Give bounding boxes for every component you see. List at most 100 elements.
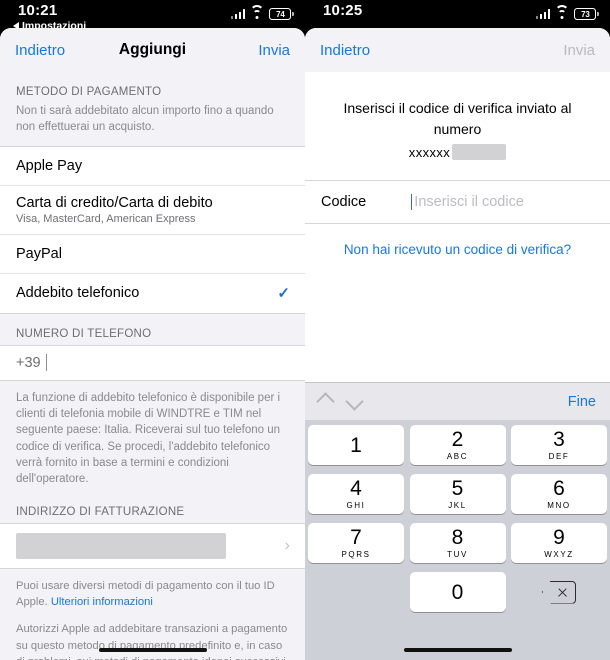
home-indicator[interactable] xyxy=(403,647,512,652)
list-item[interactable]: Apple Pay xyxy=(0,146,305,186)
phone-number-group: +39 xyxy=(0,344,305,381)
key-digit: 3 xyxy=(553,428,565,451)
cellular-signal-icon xyxy=(230,9,246,19)
key-letters: PQRS xyxy=(341,550,371,559)
key-6[interactable]: 6 MNO xyxy=(511,474,607,514)
key-7[interactable]: 7 PQRS xyxy=(308,523,404,563)
key-9[interactable]: 9 WXYZ xyxy=(511,523,607,563)
submit-button[interactable]: Invia xyxy=(258,42,290,59)
battery-icon: 74 xyxy=(269,8,294,20)
keypad-row: 1 2 ABC 3 DEF xyxy=(308,425,607,465)
keypad-row: 7 PQRS 8 TUV 9 WXYZ xyxy=(308,523,607,563)
battery-level-label: 74 xyxy=(269,8,292,20)
back-button[interactable]: Indietro xyxy=(320,42,370,59)
status-indicators-right: 73 xyxy=(535,5,599,20)
cellular-signal-icon xyxy=(535,9,551,19)
payment-section-note: Non ti sarà addebitato alcun importo fin… xyxy=(16,105,274,134)
resend-code-link[interactable]: Non hai ricevuto un codice di verifica? xyxy=(305,242,610,257)
key-4[interactable]: 4 GHI xyxy=(308,474,404,514)
key-letters: WXYZ xyxy=(544,550,574,559)
wifi-icon xyxy=(250,5,265,19)
key-delete[interactable] xyxy=(511,572,607,612)
key-3[interactable]: 3 DEF xyxy=(511,425,607,465)
keypad-keys: 1 2 ABC 3 DEF 4 GHI 5 JKL 6 MNO 7 PQRS 8… xyxy=(305,420,610,612)
phone-number-redacted xyxy=(452,144,507,160)
list-item[interactable]: Addebito telefonico ✓ xyxy=(0,273,305,313)
phone-section-header: NUMERO DI TELEFONO xyxy=(16,327,152,340)
payment-option-title: Apple Pay xyxy=(16,157,83,174)
billing-address-group: › xyxy=(0,522,305,569)
footnote-authorization: Autorizzi Apple ad addebitare transazion… xyxy=(0,610,305,660)
footnote-payment-methods: Puoi usare diversi metodi di pagamento c… xyxy=(0,569,305,611)
key-2[interactable]: 2 ABC xyxy=(409,425,506,465)
verification-prompt: Inserisci il codice di verifica inviato … xyxy=(343,100,572,137)
masked-phone-number: xxxxxx xyxy=(305,144,610,160)
keypad-row: 0 xyxy=(308,572,607,612)
keyboard-nav-arrows xyxy=(316,392,364,411)
key-digit: 8 xyxy=(451,526,464,549)
key-digit: 2 xyxy=(451,428,464,451)
code-input-row[interactable]: Codice Inserisci il codice xyxy=(305,181,610,223)
chevron-right-icon: › xyxy=(284,536,290,554)
status-time: 10:25 xyxy=(323,2,363,19)
checkmark-icon: ✓ xyxy=(277,285,290,303)
chevron-down-icon xyxy=(345,392,364,411)
key-8[interactable]: 8 TUV xyxy=(409,523,506,563)
key-digit: 9 xyxy=(553,526,565,549)
code-input-placeholder: Inserisci il codice xyxy=(414,194,524,210)
key-digit: 5 xyxy=(451,477,464,500)
key-0[interactable]: 0 xyxy=(409,572,506,612)
backspace-icon xyxy=(542,580,576,604)
key-letters: GHI xyxy=(346,501,366,510)
key-5[interactable]: 5 JKL xyxy=(409,474,506,514)
key-letters: MNO xyxy=(547,501,571,510)
key-blank xyxy=(308,572,404,612)
left-phone-screen: 10:21 Impostazioni 74 Indietro Aggiungi … xyxy=(0,0,305,660)
key-letters: DEF xyxy=(548,452,570,461)
masked-digits: xxxxxx xyxy=(408,144,451,160)
chevron-up-icon xyxy=(316,392,335,411)
list-item[interactable]: Carta di credito/Carta di debito Visa, M… xyxy=(0,185,305,235)
wifi-icon xyxy=(555,5,570,19)
back-button[interactable]: Indietro xyxy=(15,42,65,59)
billing-address-row[interactable]: › xyxy=(0,523,305,568)
keyboard-toolbar: Fine xyxy=(305,382,610,420)
numeric-keypad: Fine 1 2 ABC 3 DEF 4 GHI 5 JKL 6 MNO 7 P… xyxy=(305,382,610,660)
key-1[interactable]: 1 xyxy=(308,425,404,465)
key-letters: JKL xyxy=(448,501,467,510)
key-digit: 1 xyxy=(350,434,362,457)
text-cursor xyxy=(45,354,47,372)
code-input[interactable]: Inserisci il codice xyxy=(411,194,524,210)
phone-section-note: La funzione di addebito telefonico è dis… xyxy=(16,391,281,486)
list-item[interactable]: PayPal xyxy=(0,234,305,274)
code-field-label: Codice xyxy=(321,194,367,210)
right-phone-screen: 10:25 73 Indietro Invia Inserisci il cod… xyxy=(305,0,610,660)
payment-option-title: Carta di credito/Carta di debito xyxy=(16,194,213,211)
more-info-link[interactable]: Ulteriori informazioni xyxy=(51,596,153,608)
battery-tip xyxy=(292,12,294,16)
footnote-text: Autorizzi Apple ad addebitare transazion… xyxy=(16,623,289,660)
key-digit: 6 xyxy=(553,477,565,500)
navigation-bar-right: Indietro Invia xyxy=(305,28,610,72)
battery-level-label: 73 xyxy=(574,8,597,20)
dual-screenshot: 10:21 Impostazioni 74 Indietro Aggiungi … xyxy=(0,0,610,660)
home-indicator[interactable] xyxy=(98,647,207,652)
battery-icon: 73 xyxy=(574,8,599,20)
billing-address-redacted-value xyxy=(16,532,226,559)
keyboard-done-button[interactable]: Fine xyxy=(568,394,596,410)
text-cursor xyxy=(411,194,413,210)
payment-option-title: Addebito telefonico xyxy=(16,285,140,302)
phone-number-input[interactable]: +39 xyxy=(0,345,305,380)
keypad-row: 4 GHI 5 JKL 6 MNO xyxy=(308,474,607,514)
code-input-group: Codice Inserisci il codice xyxy=(305,180,610,224)
phone-prefix-value: +39 xyxy=(16,354,41,371)
add-payment-sheet: Indietro Aggiungi Invia METODO DI PAGAME… xyxy=(0,28,305,660)
verification-sheet: Indietro Invia Inserisci il codice di ve… xyxy=(305,28,610,660)
key-digit: 0 xyxy=(451,581,464,604)
sheet-content-left: METODO DI PAGAMENTO Non ti sarà addebita… xyxy=(0,72,305,660)
key-letters: ABC xyxy=(446,452,469,461)
payment-method-list: Apple Pay Carta di credito/Carta di debi… xyxy=(0,145,305,314)
status-time: 10:21 xyxy=(18,2,58,19)
key-letters: TUV xyxy=(447,550,468,559)
payment-option-title: PayPal xyxy=(16,245,62,262)
